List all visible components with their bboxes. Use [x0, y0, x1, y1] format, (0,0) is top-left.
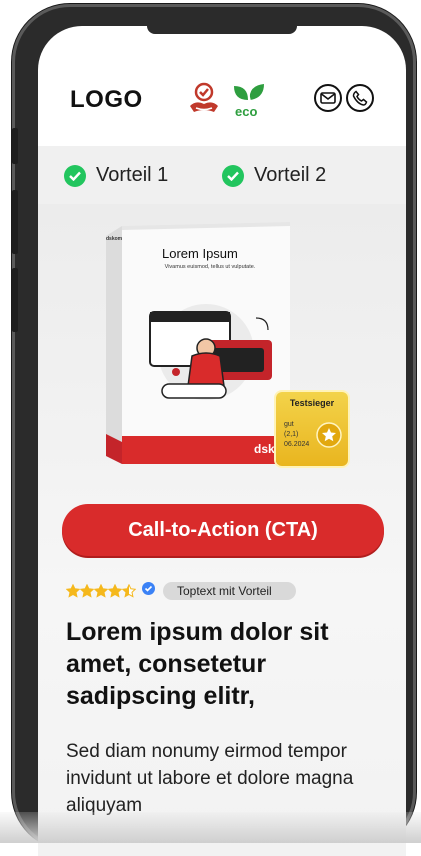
phone-icon[interactable]: [346, 84, 374, 112]
award-seal-icon: [316, 422, 342, 453]
box-side-label: dskom: [106, 236, 123, 242]
award-date: 06.2024: [284, 441, 310, 448]
award-rating: gut: [284, 421, 294, 428]
star-icon: [80, 584, 94, 598]
benefit-label: Vorteil 2: [254, 164, 327, 186]
star-icon: [66, 584, 80, 598]
box-subtitle: Vivamus euismod, tellus ut vulputate.: [164, 264, 256, 270]
award-score: (2,1): [284, 431, 299, 438]
testsieger-award-badge: Testsieger gut (2,1) 06.2024: [276, 392, 348, 466]
side-button-volume-up: [12, 190, 18, 254]
logo[interactable]: LOGO: [70, 86, 143, 114]
side-button-mute: [12, 128, 18, 164]
benefit-item-1: Vorteil 1: [64, 164, 168, 187]
cta-button[interactable]: Call-to-Action (CTA): [62, 504, 384, 556]
toptext-badge: Toptext mit Vorteil: [163, 582, 296, 600]
award-title: Testsieger: [289, 398, 335, 408]
body-text: Sed diam nonumy eirmod tempor invidunt u…: [66, 741, 354, 816]
eco-label: eco: [235, 104, 258, 119]
star-rating: [66, 584, 136, 598]
benefit-item-2: Vorteil 2: [222, 164, 326, 187]
side-button-volume-down: [12, 268, 18, 332]
star-icon: [122, 584, 136, 598]
check-circle-icon: [222, 164, 244, 187]
star-icon: [94, 584, 108, 598]
rating-row: Toptext mit Vorteil: [66, 582, 296, 600]
verified-badge-icon: [142, 582, 155, 600]
site-header: LOGO eco: [38, 26, 406, 146]
star-icon: [108, 584, 122, 598]
phone-screen: LOGO eco Vorteil 1 Vorteil 2 Lorem Ipsum…: [38, 26, 406, 856]
bottom-fade: [0, 812, 421, 843]
headline: Lorem ipsum dolor sit amet, consetetur s…: [66, 618, 329, 710]
check-circle-icon: [64, 164, 86, 187]
hero-section: Lorem Ipsum Vivamus euismod, tellus ut v…: [38, 204, 406, 856]
award-details: gut (2,1) 06.2024: [284, 420, 309, 450]
mail-icon[interactable]: [314, 84, 342, 112]
benefit-label: Vorteil 1: [96, 164, 169, 186]
handshake-badge-icon: [186, 82, 222, 121]
benefits-bar: Vorteil 1 Vorteil 2: [38, 146, 406, 204]
product-box-image: Lorem Ipsum Vivamus euismod, tellus ut v…: [106, 222, 296, 477]
box-title: Lorem Ipsum: [162, 246, 238, 261]
eco-leaf-icon: eco: [230, 82, 268, 123]
